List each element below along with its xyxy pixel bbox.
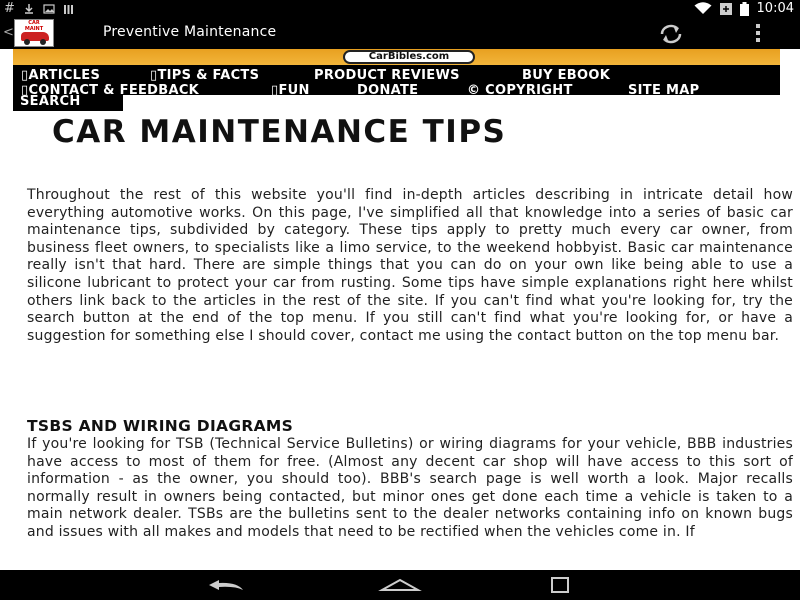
overflow-menu-icon[interactable] [756, 24, 760, 45]
logo-lettering: CAR MAINT [24, 20, 44, 32]
refresh-icon[interactable] [656, 23, 686, 45]
menu-item-tips-facts[interactable]: ▯TIPS & FACTS [150, 68, 259, 83]
image-icon [43, 3, 55, 14]
menu-item-buy-ebook[interactable]: BUY EBOOK [522, 68, 610, 83]
section-paragraph: If you're looking for TSB (Technical Ser… [27, 436, 793, 540]
top-menu: ▯ARTICLES ▯TIPS & FACTS PRODUCT REVIEWS … [13, 65, 780, 98]
hash-icon: # [4, 1, 15, 16]
home-button[interactable] [376, 576, 424, 594]
section-heading: TSBS AND WIRING DIAGRAMS [27, 417, 294, 435]
notification-icons: # [4, 0, 75, 17]
menu-item-fun[interactable]: ▯FUN [271, 83, 310, 98]
menu-item-site-map[interactable]: SITE MAP [628, 83, 699, 98]
menu-item-articles[interactable]: ▯ARTICLES [21, 68, 100, 83]
action-bar: < CAR MAINT Preventive Maintenance [0, 17, 800, 49]
back-icon[interactable]: < [3, 25, 14, 40]
site-name-badge[interactable]: CarBibles.com [343, 50, 475, 64]
web-content: CarBibles.com ▯ARTICLES ▯TIPS & FACTS PR… [0, 49, 800, 570]
recent-apps-button[interactable] [548, 576, 572, 594]
menu-item-search[interactable]: SEARCH [20, 94, 81, 109]
menu-item-copyright[interactable]: © COPYRIGHT [467, 83, 573, 98]
menu-item-donate[interactable]: DONATE [357, 83, 418, 98]
battery-icon [739, 1, 749, 16]
top-menu-row-3: SEARCH [13, 94, 123, 111]
back-button[interactable] [205, 576, 253, 594]
page-title: Preventive Maintenance [103, 24, 277, 40]
app-logo[interactable]: CAR MAINT [14, 19, 54, 47]
menu-item-product-reviews[interactable]: PRODUCT REVIEWS [314, 68, 460, 83]
article-heading: CAR MAINTENANCE TIPS [52, 114, 507, 150]
download-icon [24, 3, 33, 14]
wifi-icon [694, 2, 712, 14]
status-bar: # 10:04 [0, 0, 800, 17]
site-banner: CarBibles.com [13, 49, 780, 65]
intro-paragraph: Throughout the rest of this website you'… [27, 187, 793, 344]
clock: 10:04 [756, 1, 794, 16]
signal-icon [719, 2, 732, 15]
system-nav-bar [0, 570, 800, 600]
bars-icon [63, 4, 73, 14]
